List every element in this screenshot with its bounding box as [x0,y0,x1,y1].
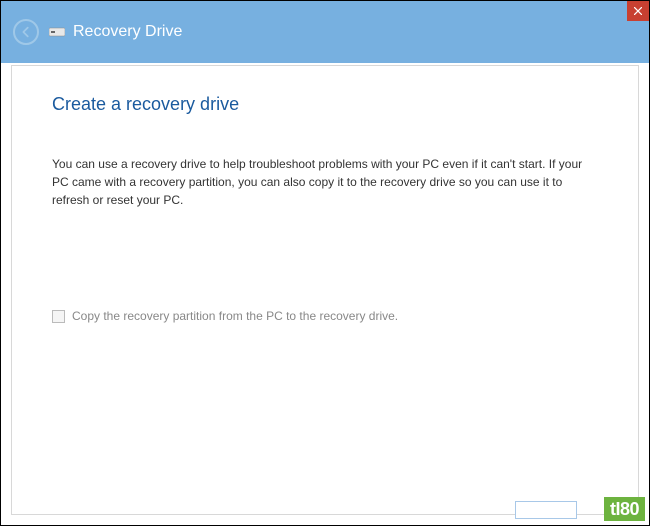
back-button [13,19,39,45]
watermark: tI80 [604,497,645,521]
page-heading: Create a recovery drive [52,94,598,115]
close-icon [634,7,642,15]
copy-partition-checkbox [52,310,65,323]
back-arrow-icon [19,25,33,39]
copy-partition-checkbox-row: Copy the recovery partition from the PC … [52,309,598,323]
copy-partition-label: Copy the recovery partition from the PC … [72,309,398,323]
titlebar: Recovery Drive [1,1,649,63]
drive-icon [49,26,65,38]
close-button[interactable] [627,1,649,21]
page-description: You can use a recovery drive to help tro… [52,155,598,209]
next-button[interactable] [515,501,577,519]
window-title: Recovery Drive [73,23,182,41]
wizard-content: Create a recovery drive You can use a re… [11,65,639,515]
